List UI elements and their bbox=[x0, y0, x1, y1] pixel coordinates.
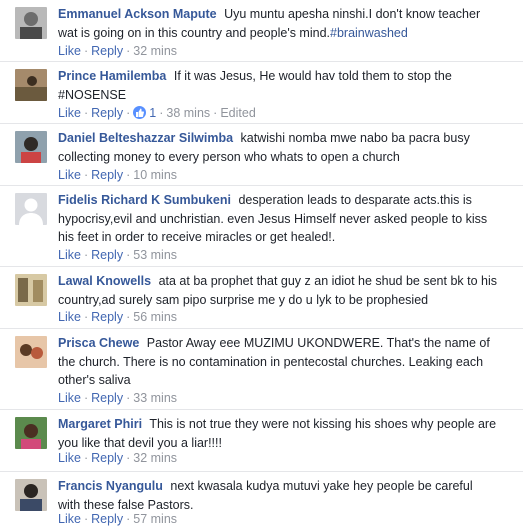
separator-dot: · bbox=[83, 248, 89, 262]
comment-author[interactable]: Prisca Chewe bbox=[58, 336, 139, 350]
avatar[interactable] bbox=[15, 274, 47, 306]
avatar[interactable] bbox=[15, 336, 47, 368]
comment-author[interactable]: Prince Hamilemba bbox=[58, 69, 166, 83]
avatar[interactable] bbox=[15, 7, 47, 39]
comment-actions: Like · Reply · 32 mins bbox=[58, 43, 177, 59]
reply-button[interactable]: Reply bbox=[91, 106, 123, 120]
comment-body: Prince Hamilemba If it was Jesus, He wou… bbox=[58, 67, 498, 104]
separator-dot: · bbox=[83, 512, 89, 526]
reply-button[interactable]: Reply bbox=[91, 248, 123, 262]
comment-time[interactable]: 32 mins bbox=[133, 44, 177, 58]
reply-button[interactable]: Reply bbox=[91, 451, 123, 465]
separator-dot: · bbox=[83, 310, 89, 324]
comment-item: Margaret Phiri This is not true they wer… bbox=[0, 410, 523, 472]
reaction-count[interactable]: 1 bbox=[133, 106, 156, 120]
comment-actions: Like · Reply · 10 mins bbox=[58, 167, 177, 183]
like-button[interactable]: Like bbox=[58, 248, 81, 262]
comment-actions: Like · Reply · 32 mins bbox=[58, 450, 177, 466]
like-button[interactable]: Like bbox=[58, 44, 81, 58]
comment-actions: Like · Reply · 53 mins bbox=[58, 247, 177, 263]
comment-item: Lawal Knowells ata at ba prophet that gu… bbox=[0, 267, 523, 329]
comment-author[interactable]: Fidelis Richard K Sumbukeni bbox=[58, 193, 231, 207]
like-button[interactable]: Like bbox=[58, 310, 81, 324]
comment-time[interactable]: 57 mins bbox=[133, 512, 177, 526]
separator-dot: · bbox=[126, 44, 131, 58]
comment-actions: Like · Reply · 57 mins bbox=[58, 511, 177, 527]
comment-author[interactable]: Emmanuel Ackson Mapute bbox=[58, 7, 217, 21]
like-button[interactable]: Like bbox=[58, 168, 81, 182]
separator-dot: · bbox=[126, 391, 131, 405]
comment-item: Prisca Chewe Pastor Away eee MUZIMU UKON… bbox=[0, 329, 523, 410]
comment-time[interactable]: 53 mins bbox=[133, 248, 177, 262]
separator-dot: · bbox=[83, 44, 89, 58]
reply-button[interactable]: Reply bbox=[91, 168, 123, 182]
like-button[interactable]: Like bbox=[58, 106, 81, 120]
comment-body: Francis Nyangulu next kwasala kudya mutu… bbox=[58, 477, 498, 514]
comment-author[interactable]: Francis Nyangulu bbox=[58, 479, 163, 493]
comment-body: Prisca Chewe Pastor Away eee MUZIMU UKON… bbox=[58, 334, 498, 390]
reply-button[interactable]: Reply bbox=[91, 310, 123, 324]
separator-dot: · bbox=[126, 512, 131, 526]
comment-feed: Emmanuel Ackson Mapute Uyu muntu apesha … bbox=[0, 0, 523, 526]
avatar[interactable] bbox=[15, 131, 47, 163]
avatar[interactable] bbox=[15, 417, 47, 449]
comment-item: Fidelis Richard K Sumbukeni desperation … bbox=[0, 186, 523, 267]
reply-button[interactable]: Reply bbox=[91, 44, 123, 58]
reply-button[interactable]: Reply bbox=[91, 512, 123, 526]
separator-dot: · bbox=[126, 310, 131, 324]
like-button[interactable]: Like bbox=[58, 451, 81, 465]
separator-dot: · bbox=[83, 168, 89, 182]
separator-dot: · bbox=[126, 106, 131, 120]
comment-body: Daniel Belteshazzar Silwimba katwishi no… bbox=[58, 129, 498, 166]
reply-button[interactable]: Reply bbox=[91, 391, 123, 405]
edited-label[interactable]: Edited bbox=[220, 106, 255, 120]
avatar[interactable] bbox=[15, 193, 47, 225]
comment-actions: Like · Reply · 33 mins bbox=[58, 390, 177, 406]
avatar[interactable] bbox=[15, 479, 47, 511]
like-button[interactable]: Like bbox=[58, 512, 81, 526]
comment-time[interactable]: 32 mins bbox=[133, 451, 177, 465]
comment-body: Margaret Phiri This is not true they wer… bbox=[58, 415, 498, 452]
separator-dot: · bbox=[126, 451, 131, 465]
comment-item: Emmanuel Ackson Mapute Uyu muntu apesha … bbox=[0, 0, 523, 62]
separator-dot: · bbox=[83, 451, 89, 465]
comment-time[interactable]: 56 mins bbox=[133, 310, 177, 324]
avatar[interactable] bbox=[15, 69, 47, 101]
thumbs-up-icon bbox=[133, 106, 147, 119]
comment-item: Daniel Belteshazzar Silwimba katwishi no… bbox=[0, 124, 523, 186]
comment-body: Lawal Knowells ata at ba prophet that gu… bbox=[58, 272, 498, 309]
like-button[interactable]: Like bbox=[58, 391, 81, 405]
comment-author[interactable]: Lawal Knowells bbox=[58, 274, 151, 288]
separator-dot: · bbox=[159, 106, 164, 120]
comment-actions: Like · Reply · 1 · 38 mins · Edited bbox=[58, 105, 256, 121]
separator-dot: · bbox=[83, 106, 89, 120]
separator-dot: · bbox=[83, 391, 89, 405]
separator-dot: · bbox=[126, 248, 131, 262]
comment-item: Francis Nyangulu next kwasala kudya mutu… bbox=[0, 472, 523, 526]
separator-dot: · bbox=[126, 168, 131, 182]
comment-hashtag[interactable]: #brainwashed bbox=[330, 26, 408, 40]
comment-author[interactable]: Daniel Belteshazzar Silwimba bbox=[58, 131, 233, 145]
comment-time[interactable]: 38 mins bbox=[166, 106, 210, 120]
comment-item: Prince Hamilemba If it was Jesus, He wou… bbox=[0, 62, 523, 124]
comment-body: Fidelis Richard K Sumbukeni desperation … bbox=[58, 191, 498, 247]
comment-actions: Like · Reply · 56 mins bbox=[58, 309, 177, 325]
separator-dot: · bbox=[213, 106, 218, 120]
comment-time[interactable]: 33 mins bbox=[133, 391, 177, 405]
comment-time[interactable]: 10 mins bbox=[133, 168, 177, 182]
comment-body: Emmanuel Ackson Mapute Uyu muntu apesha … bbox=[58, 5, 498, 42]
comment-author[interactable]: Margaret Phiri bbox=[58, 417, 142, 431]
